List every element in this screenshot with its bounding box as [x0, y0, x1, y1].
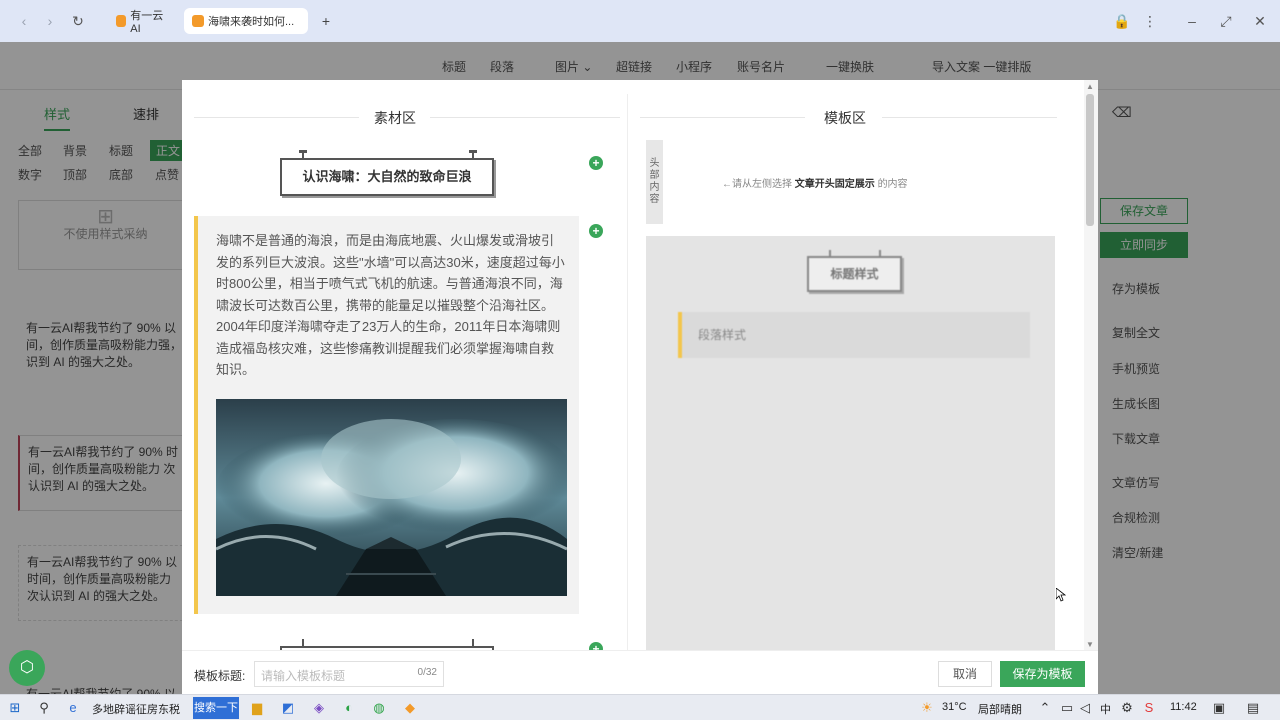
material-area-title: 素材区 — [374, 110, 416, 126]
modal-footer: 模板标题: 请输入模板标题 0/32 取消 保存为模板 — [182, 650, 1098, 694]
weather-desc: 局部晴朗 — [978, 704, 1022, 716]
template-title-style[interactable]: 标题样式 — [807, 250, 902, 292]
scroll-down-icon[interactable]: ▼ — [1086, 640, 1094, 649]
tab-label: 海啸来袭时如何... — [208, 16, 295, 28]
template-title-input[interactable]: 请输入模板标题 0/32 — [254, 661, 444, 687]
menu-icon[interactable]: ⋮ — [1140, 11, 1160, 31]
weather-temp: 31°C — [942, 701, 967, 713]
material-heading[interactable]: 认识海啸：大自然的致命巨浪 — [280, 150, 494, 196]
template-paragraph-style[interactable]: 段落样式 — [678, 312, 1030, 358]
divider — [194, 117, 359, 118]
paragraph-text: 海啸不是普通的海浪，而是由海底地震、火山爆发或滑坡引发的系列巨大波浪。这些"水墙… — [216, 233, 565, 377]
app-icon[interactable]: ◆ — [401, 699, 419, 717]
add-heading-icon[interactable]: + — [589, 156, 603, 170]
column-divider — [627, 94, 628, 654]
pin-decoration — [302, 639, 304, 648]
app-tray-icon[interactable]: S — [1140, 699, 1158, 717]
scroll-up-icon[interactable]: ▲ — [1086, 82, 1094, 91]
char-count: 0/32 — [417, 667, 437, 678]
ime-indicator[interactable]: 中 — [1100, 701, 1111, 717]
clock: 11:42 — [1170, 701, 1197, 713]
browser-chrome: ‹ › ↻ 有一云 AI 海啸来袭时如何... + 🔒 ⋮ – ⤢ ✕ — [0, 0, 1280, 42]
app-icon[interactable]: ◍ — [370, 699, 388, 717]
pin-decoration — [299, 150, 307, 160]
material-heading-text: 认识海啸：大自然的致命巨浪 — [302, 169, 472, 184]
mouse-cursor-icon — [1056, 588, 1066, 602]
close-icon[interactable]: ✕ — [1250, 11, 1270, 31]
save-template-modal: 素材区 模板区 认识海啸：大自然的致命巨浪 + 海啸不是普通的海浪，而是由海底地… — [182, 80, 1098, 694]
pin-decoration — [472, 639, 474, 648]
back-icon[interactable]: ‹ — [14, 11, 34, 31]
head-content-tag: 头部内容 — [646, 140, 663, 224]
divider — [430, 117, 620, 118]
chevron-up-icon[interactable]: ⌃ — [1036, 699, 1054, 717]
template-title-label: 模板标题: — [194, 669, 246, 683]
lock-icon: 🔒 — [1113, 13, 1131, 29]
ie-browser-icon[interactable]: e — [64, 699, 82, 717]
cancel-button[interactable]: 取消 — [938, 661, 993, 687]
weather-icon: ☀ — [921, 700, 933, 715]
settings-icon[interactable]: ⚙ — [1118, 699, 1136, 717]
hint-suffix: 的内容 — [877, 179, 908, 190]
show-desktop-icon[interactable]: ▣ — [1210, 699, 1228, 717]
save-as-template-button[interactable]: 保存为模板 — [1000, 661, 1085, 687]
add-paragraph-icon[interactable]: + — [589, 224, 603, 238]
divider — [640, 117, 805, 118]
pin-decoration — [879, 250, 881, 258]
tab-tsunami[interactable]: 海啸来袭时如何... — [184, 8, 308, 34]
restore-icon[interactable]: ⤢ — [1216, 11, 1236, 31]
forward-icon[interactable]: › — [40, 11, 60, 31]
notification-icon[interactable]: ▤ — [1244, 699, 1262, 717]
edge-icon[interactable]: ◐ — [340, 699, 358, 717]
app-icon[interactable]: ◈ — [310, 699, 328, 717]
taskbar-search-button[interactable]: 搜索一下 — [193, 697, 239, 719]
input-placeholder: 请输入模板标题 — [261, 669, 346, 683]
template-title-style-label: 标题样式 — [830, 267, 879, 281]
pin-decoration — [469, 150, 477, 160]
app-icon[interactable]: ◩ — [279, 699, 297, 717]
scrollbar-thumb[interactable] — [1086, 94, 1094, 226]
floating-assistant-icon[interactable]: ⬡ — [9, 650, 45, 686]
hint-bold: 文章开头固定展示 — [794, 179, 875, 190]
head-content-hint: ←请从左侧选择 文章开头固定展示 的内容 — [722, 175, 908, 190]
tab-youyiyun[interactable]: 有一云 AI — [108, 8, 178, 35]
minimize-icon[interactable]: – — [1182, 11, 1202, 31]
search-icon[interactable]: ⚲ — [35, 699, 53, 717]
tab-label: 有一云 AI — [130, 10, 164, 35]
site-favicon-icon — [116, 15, 127, 27]
folder-icon[interactable]: ▆ — [248, 699, 266, 717]
reload-icon[interactable]: ↻ — [68, 11, 88, 31]
windows-start-icon[interactable]: ⊞ — [6, 699, 24, 717]
template-area-title: 模板区 — [824, 110, 866, 126]
material-paragraph[interactable]: 海啸不是普通的海浪，而是由海底地震、火山爆发或滑坡引发的系列巨大波浪。这些"水墙… — [194, 216, 579, 614]
tsunami-image — [216, 399, 567, 596]
volume-icon[interactable]: ◁ — [1076, 699, 1094, 717]
divider — [882, 117, 1057, 118]
template-preview: 标题样式 段落样式 — [646, 236, 1055, 656]
news-ticker[interactable]: 多地辟谣征房东税 — [92, 701, 180, 717]
pin-decoration — [829, 250, 831, 258]
hint-prefix: ←请从左侧选择 — [722, 179, 792, 190]
site-favicon-icon — [192, 15, 204, 27]
new-tab-button[interactable]: + — [316, 11, 336, 31]
windows-taskbar: ⊞ ⚲ e 多地辟谣征房东税 搜索一下 ▆ ◩ ◈ ◐ ◍ ◆ ☀ 31°C 局… — [0, 694, 1280, 720]
battery-icon: ▭ — [1060, 700, 1074, 715]
